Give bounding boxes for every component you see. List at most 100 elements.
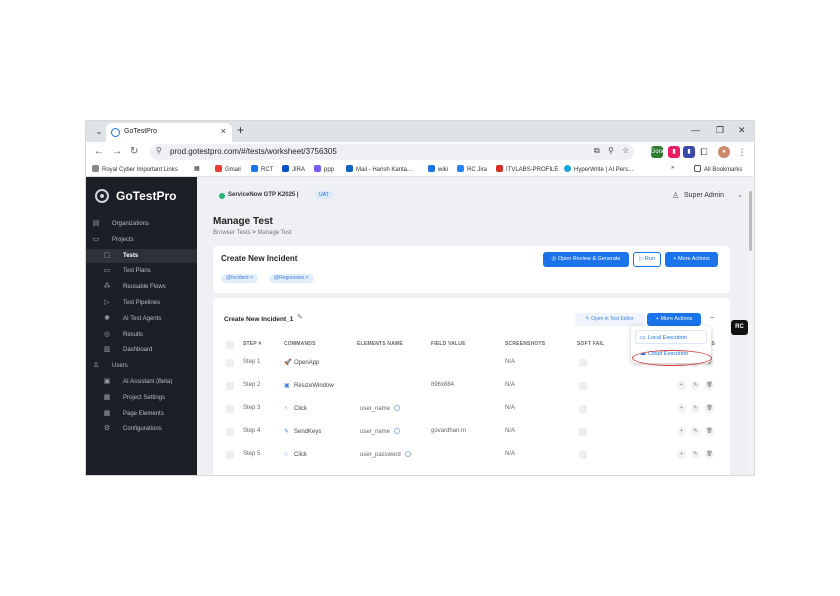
all-bookmarks[interactable]: All Bookmarks [694, 165, 742, 173]
minus-icon[interactable]: − [705, 313, 719, 326]
edit-step-icon[interactable]: ✎ [691, 404, 700, 413]
row-checkbox[interactable] [226, 405, 234, 413]
sidebar-item-tests[interactable]: ▢ Tests [86, 248, 197, 263]
profile-avatar[interactable]: ● [718, 146, 730, 158]
soft-fail-checkbox[interactable] [579, 451, 587, 459]
extension-pink-icon[interactable]: ▮ [668, 146, 680, 158]
apps-grid-icon[interactable]: ▦ [194, 165, 200, 172]
sidebar-item-projects[interactable]: ▭ Projects [86, 233, 197, 247]
edit-step-icon[interactable]: ✎ [691, 450, 700, 459]
local-execution-option[interactable]: ▭ Local Execution [635, 330, 707, 344]
soft-fail-checkbox[interactable] [579, 359, 587, 367]
tag-incident[interactable]: @Incident × [221, 274, 258, 283]
bookmark-ppp[interactable]: ppp [314, 165, 334, 173]
row-checkbox[interactable] [226, 451, 234, 459]
edit-step-icon[interactable]: ✎ [691, 381, 700, 390]
bookmark-jira[interactable]: JIRA [282, 165, 305, 173]
row-checkbox[interactable] [226, 428, 234, 436]
zoom-icon[interactable]: ⚲ [608, 146, 614, 155]
site-settings-icon[interactable]: ⚲ [156, 146, 162, 155]
sidebar-item-project-settings[interactable]: ▦ Project Settings [86, 391, 197, 405]
bookmark-hyperwrite[interactable]: HyperWrite | AI Pers... [564, 165, 633, 173]
sidebar-item-reusable-flows[interactable]: ⁂ Reusable Flows [86, 280, 197, 294]
col-step: STEP # [243, 341, 262, 347]
soft-fail-checkbox[interactable] [579, 428, 587, 436]
bookmark-royal-cyber[interactable]: Royal Cyber Important Links [92, 165, 178, 173]
edit-step-icon[interactable]: ✎ [691, 427, 700, 436]
back-icon[interactable]: ← [94, 146, 104, 157]
table-row[interactable]: Step 5 ☝ Click user_password N/A + ✎ 🗑 [213, 445, 730, 467]
soft-fail-checkbox[interactable] [579, 382, 587, 390]
sidebar-item-results[interactable]: ◎ Results [86, 328, 197, 342]
done-extension-icon[interactable]: Done [651, 146, 665, 158]
sidebar-item-configurations[interactable]: ⚙ Configurations [86, 422, 197, 436]
tag-regression[interactable]: @Regression × [269, 274, 314, 283]
bookmark-wiki[interactable]: wiki [428, 165, 448, 173]
user-name[interactable]: Super Admin [684, 192, 724, 199]
extension-blue-icon[interactable]: ▮ [683, 146, 695, 158]
delete-step-icon[interactable]: 🗑 [705, 404, 714, 413]
url-omnibox[interactable]: ⚲ prod.gotestpro.com/#/tests/worksheet/3… [150, 144, 634, 160]
sidebar-item-icon: ▦ [103, 409, 111, 417]
tab-search-icon[interactable]: ⌄ [92, 125, 106, 138]
sidebar-item-organizations[interactable]: ▤ Organizations [86, 217, 197, 231]
browser-menu-icon[interactable]: ⋮ [736, 146, 748, 158]
close-window-icon[interactable]: ✕ [738, 125, 746, 136]
more-actions-button[interactable]: + More Actions [665, 252, 718, 267]
sidebar-item-page-elements[interactable]: ▦ Page Elements [86, 407, 197, 421]
table-row[interactable]: Step 2 ▣ ResizeWindow 896x884 N/A + ✎ 🗑 [213, 376, 730, 398]
step-number: Step 2 [243, 382, 261, 388]
add-step-icon[interactable]: + [677, 404, 686, 413]
bookmark-itvlabs[interactable]: ITVLABS-PROFILE [496, 165, 558, 173]
delete-step-icon[interactable]: 🗑 [705, 450, 714, 459]
bookmark-rc-jira[interactable]: RC Jira [457, 165, 487, 173]
minimize-icon[interactable]: — [691, 125, 700, 135]
sidebar-item-ai-test-agents[interactable]: ✺ AI Test Agents [86, 312, 197, 326]
project-name[interactable]: ServiceNow GTP K2025 | [228, 192, 299, 198]
add-step-icon[interactable]: + [677, 450, 686, 459]
info-icon[interactable] [394, 405, 401, 411]
scrollbar-thumb[interactable] [749, 191, 752, 251]
breadcrumb-parent[interactable]: Browser Tests [213, 230, 251, 236]
soft-fail-checkbox[interactable] [579, 405, 587, 413]
chevron-down-icon[interactable]: ⌄ [737, 191, 743, 199]
open-review-generate-button[interactable]: ◎ Open Review & Generate [543, 252, 629, 267]
row-checkbox[interactable] [226, 359, 234, 367]
cast-icon[interactable]: ⧉ [594, 146, 600, 156]
sidebar-item-label: Configurations [123, 426, 162, 433]
row-checkbox[interactable] [226, 382, 234, 390]
add-step-icon[interactable]: + [677, 427, 686, 436]
bookmark-rct[interactable]: RCT [251, 165, 273, 173]
restore-icon[interactable]: ❐ [716, 125, 724, 136]
delete-step-icon[interactable]: 🗑 [705, 381, 714, 390]
command-cell: ✎ SendKeys [284, 428, 321, 435]
close-tab-icon[interactable]: × [221, 126, 226, 136]
extensions-puzzle-icon[interactable]: ⧠ [698, 146, 710, 158]
rc-floating-badge[interactable]: RC [731, 320, 748, 335]
sidebar-item-ai-assistant-beta[interactable]: ▣ AI Assistant (Beta) [86, 375, 197, 389]
new-tab-icon[interactable]: + [237, 123, 244, 137]
table-row[interactable]: Step 3 ☝ Click user_name N/A + ✎ 🗑 [213, 399, 730, 421]
more-bookmarks-icon[interactable]: » [671, 165, 674, 171]
bookmark-mail[interactable]: Mail - Harish Kanta... [346, 165, 412, 173]
info-icon[interactable] [394, 428, 401, 434]
info-icon[interactable] [404, 451, 411, 457]
page-scrollbar[interactable] [748, 179, 753, 475]
forward-icon[interactable]: → [112, 146, 122, 157]
bookmark-star-icon[interactable]: ☆ [622, 146, 629, 155]
pencil-icon[interactable]: ✎ [297, 313, 303, 321]
sidebar-item-users[interactable]: ♙ Users [86, 359, 197, 373]
open-in-test-editor-button[interactable]: ✎ Open in Test Editor [575, 313, 644, 326]
browser-tab[interactable]: GoTestPro × [106, 123, 232, 142]
reload-icon[interactable]: ↻ [130, 146, 138, 157]
steps-more-actions-button[interactable]: + More Actions [647, 313, 701, 326]
sidebar-item-dashboard[interactable]: ▥ Dashboard [86, 343, 197, 357]
sidebar-item-test-plans[interactable]: ▭ Test Plans [86, 264, 197, 278]
sidebar-item-test-pipelines[interactable]: ▷ Test Pipelines [86, 296, 197, 310]
add-step-icon[interactable]: + [677, 381, 686, 390]
table-row[interactable]: Step 4 ✎ SendKeys user_name govardhan.m N/A + ✎… [213, 422, 730, 444]
delete-step-icon[interactable]: 🗑 [705, 427, 714, 436]
select-all-checkbox[interactable] [226, 341, 234, 349]
bookmark-gmail[interactable]: Gmail [215, 165, 241, 173]
run-button[interactable]: ▷ Run [633, 252, 661, 267]
